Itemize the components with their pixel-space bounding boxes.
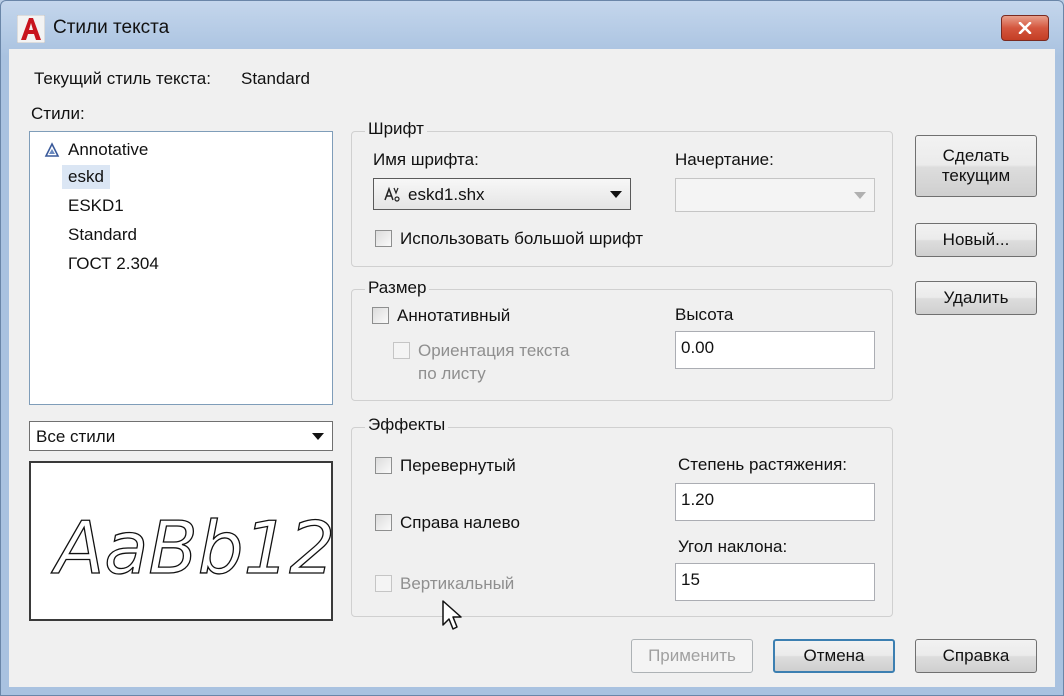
help-button[interactable]: Справка <box>915 639 1037 673</box>
text-preview: AaBb12 <box>29 461 336 621</box>
oblique-angle-label: Угол наклона: <box>678 537 788 556</box>
size-group-title: Размер <box>365 278 430 298</box>
paper-orientation-checkbox[interactable] <box>393 342 410 359</box>
styles-filter-value: Все стили <box>36 427 116 446</box>
delete-style-button[interactable]: Удалить <box>915 281 1037 315</box>
paper-orientation-label-line2: по листу <box>418 364 486 383</box>
backwards-checkbox[interactable] <box>375 514 392 531</box>
new-style-button[interactable]: Новый... <box>915 223 1037 257</box>
current-style-label: Текущий стиль текста: <box>34 69 211 88</box>
font-style-dropdown[interactable] <box>675 178 875 212</box>
annotative-triangle-icon <box>44 142 60 157</box>
styles-filter-dropdown[interactable]: Все стили <box>29 421 333 451</box>
font-name-label: Имя шрифта: <box>373 150 479 169</box>
autocad-app-icon <box>17 15 45 43</box>
width-factor-input[interactable]: 1.20 <box>675 483 875 521</box>
vertical-label: Вертикальный <box>400 574 515 593</box>
set-current-button[interactable]: Сделать текущим <box>915 135 1037 197</box>
close-icon <box>1018 22 1032 34</box>
cancel-button[interactable]: Отмена <box>773 639 895 673</box>
font-name-value: eskd1.shx <box>408 185 485 204</box>
height-label: Высота <box>675 305 734 324</box>
dialog-body: Текущий стиль текста: Standard Стили: An… <box>9 49 1055 687</box>
annotative-checkbox[interactable] <box>372 307 389 324</box>
paper-orientation-label-line1: Ориентация текста <box>418 341 570 360</box>
chevron-down-icon <box>312 433 324 440</box>
style-item-annotative[interactable]: Annotative <box>42 138 154 162</box>
list-item-label: ГОСТ 2.304 <box>68 254 159 273</box>
backwards-label: Справа налево <box>400 513 520 532</box>
apply-button[interactable]: Применить <box>631 639 753 673</box>
set-current-label-line1: Сделать <box>942 146 1010 165</box>
font-group-title: Шрифт <box>365 119 427 139</box>
set-current-label-line2: текущим <box>941 166 1011 185</box>
big-font-label: Использовать большой шрифт <box>400 229 644 248</box>
vertical-checkbox[interactable] <box>375 575 392 592</box>
mouse-cursor-icon <box>442 600 462 630</box>
upside-down-label: Перевернутый <box>400 456 516 475</box>
oblique-angle-input[interactable]: 15 <box>675 563 875 601</box>
list-item-label: eskd <box>68 167 104 186</box>
style-item-standard[interactable]: Standard <box>62 223 143 247</box>
upside-down-checkbox[interactable] <box>375 457 392 474</box>
list-item-label: Standard <box>68 225 137 244</box>
preview-text: AaBb12 <box>51 506 331 590</box>
preview-canvas: AaBb12 <box>50 505 335 590</box>
window-title: Стили текста <box>53 17 170 38</box>
font-name-dropdown[interactable]: eskd1.shx <box>373 178 631 210</box>
styles-label: Стили: <box>31 104 85 123</box>
list-item-label: Annotative <box>68 140 149 159</box>
style-item-eskd[interactable]: eskd <box>62 165 110 189</box>
chevron-down-icon <box>610 191 622 198</box>
close-button[interactable] <box>1001 15 1049 41</box>
width-factor-label: Степень растяжения: <box>678 455 847 474</box>
height-input[interactable]: 0.00 <box>675 331 875 369</box>
shx-font-icon <box>384 186 400 202</box>
text-style-dialog: Стили текста Текущий стиль текста: Stand… <box>0 0 1064 696</box>
chevron-down-icon <box>854 192 866 199</box>
font-style-label: Начертание: <box>675 150 774 169</box>
big-font-checkbox[interactable] <box>375 230 392 247</box>
style-item-gost[interactable]: ГОСТ 2.304 <box>62 252 165 276</box>
current-style-value: Standard <box>241 69 310 88</box>
list-item-label: ESKD1 <box>68 196 124 215</box>
annotative-label: Аннотативный <box>397 306 511 325</box>
styles-listbox[interactable]: Annotative eskd ESKD1 Standard ГОСТ 2.30… <box>29 131 333 405</box>
style-item-eskd1[interactable]: ESKD1 <box>62 194 130 218</box>
effects-group-title: Эффекты <box>365 415 449 435</box>
